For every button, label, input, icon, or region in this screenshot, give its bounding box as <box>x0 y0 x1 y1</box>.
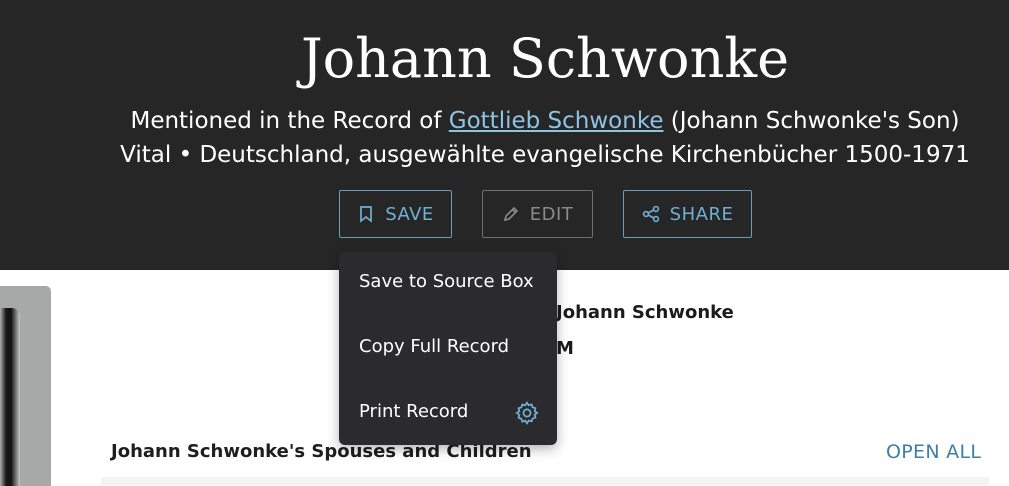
share-label: SHARE <box>669 203 734 225</box>
pencil-icon <box>503 206 518 222</box>
save-label: SAVE <box>385 203 434 225</box>
menu-item-print-record[interactable]: Print Record <box>359 401 468 422</box>
save-button[interactable]: SAVE <box>339 190 452 238</box>
principal-record-link[interactable]: Gottlieb Schwonke <box>449 108 664 134</box>
mentioned-line: Mentioned in the Record of Gottlieb Schw… <box>0 106 1009 136</box>
share-button[interactable]: SHARE <box>623 190 752 238</box>
edit-label: EDIT <box>529 203 574 225</box>
record-image-thumbnail[interactable] <box>0 286 51 486</box>
mentioned-prefix: Mentioned in the Record of <box>130 108 449 134</box>
name-value: Johann Schwonke <box>556 302 734 323</box>
family-panel-top <box>101 477 989 485</box>
record-header: Johann Schwonke Mentioned in the Record … <box>0 0 1009 270</box>
save-dropdown-menu: Save to Source Box Copy Full Record Prin… <box>339 252 557 445</box>
gear-icon[interactable] <box>514 400 540 426</box>
menu-item-copy-full-record[interactable]: Copy Full Record <box>359 336 509 357</box>
edit-button[interactable]: EDIT <box>482 190 593 238</box>
page-title: Johann Schwonke <box>300 27 790 90</box>
thumbnail-artwork <box>0 308 20 486</box>
menu-item-save-to-source-box[interactable]: Save to Source Box <box>359 271 534 292</box>
open-all-button[interactable]: OPEN ALL <box>886 441 981 463</box>
share-icon <box>642 205 659 223</box>
collection-line: Vital • Deutschland, ausgewählte evangel… <box>120 142 970 168</box>
mentioned-suffix: (Johann Schwonke's Son) <box>663 108 960 134</box>
bookmark-icon <box>360 206 373 223</box>
gender-value: M <box>556 338 574 359</box>
